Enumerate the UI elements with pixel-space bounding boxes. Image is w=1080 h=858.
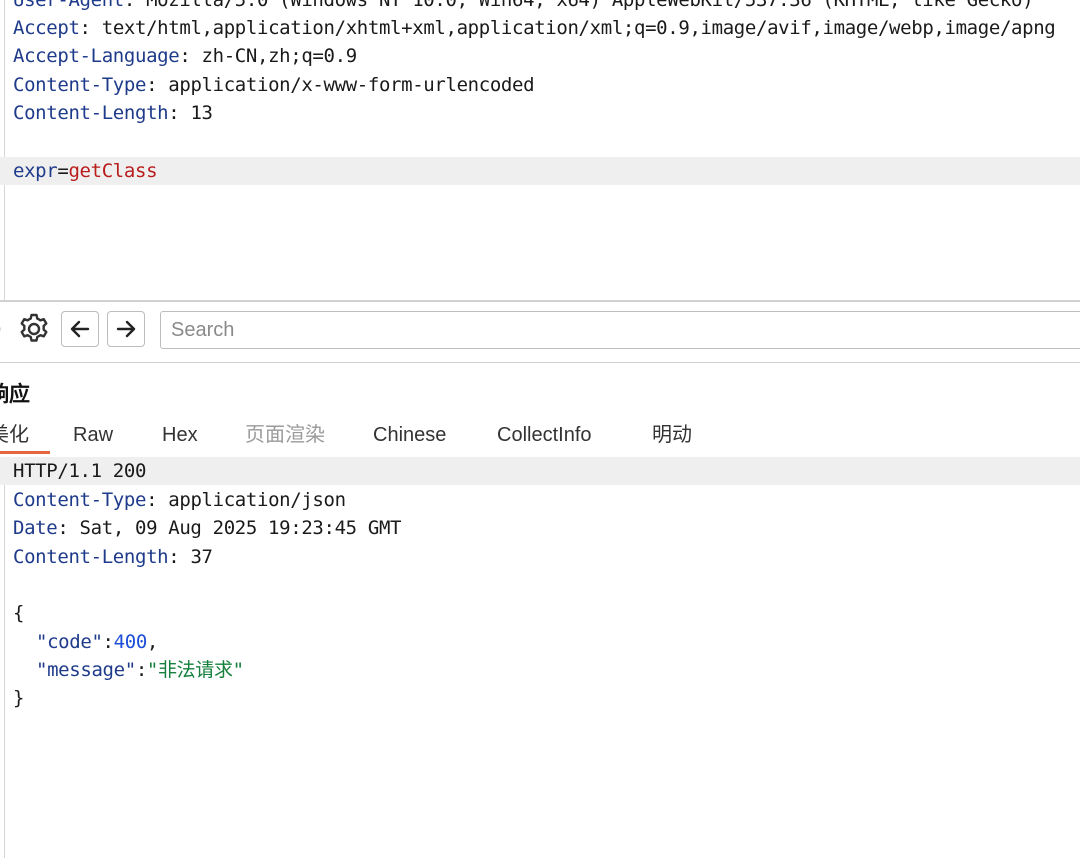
active-tab-indicator: [0, 451, 50, 454]
response-panel-title: 响应: [0, 383, 30, 406]
request-header-line[interactable]: User-Agent: Mozilla/5.0 (Windows NT 10.0…: [0, 0, 1080, 14]
response-viewer[interactable]: HTTP/1.1 200 Content-Type: application/j…: [0, 457, 1080, 858]
tab-mingdong[interactable]: 明动: [652, 418, 692, 452]
json-code-line[interactable]: "code":400,: [0, 628, 1080, 656]
tab-chinese[interactable]: Chinese: [373, 418, 446, 452]
request-header-line[interactable]: Content-Type: application/x-www-form-url…: [0, 71, 1080, 99]
toolbar-divider: [0, 362, 1080, 363]
search-field[interactable]: [160, 311, 1080, 349]
arrow-left-icon: [70, 320, 90, 338]
response-view-tabs: 美化 Raw Hex 页面渲染 Chinese CollectInfo 明动: [0, 418, 1080, 454]
response-header-line[interactable]: Date: Sat, 09 Aug 2025 19:23:45 GMT: [0, 514, 1080, 542]
response-header-line[interactable]: Content-Type: application/json: [0, 486, 1080, 514]
search-input[interactable]: [161, 312, 1071, 348]
tab-raw[interactable]: Raw: [73, 418, 113, 452]
settings-gear-icon[interactable]: [16, 311, 52, 347]
next-match-button[interactable]: [107, 311, 145, 347]
request-editor[interactable]: User-Agent: Mozilla/5.0 (Windows NT 10.0…: [0, 0, 1080, 300]
arrow-right-icon: [116, 320, 136, 338]
search-toolbar: [0, 302, 1080, 362]
request-header-line[interactable]: Content-Length: 13: [0, 99, 1080, 127]
help-icon[interactable]: [0, 311, 8, 347]
json-message-line[interactable]: "message":"非法请求": [0, 656, 1080, 684]
tab-hex[interactable]: Hex: [162, 418, 198, 452]
request-header-line[interactable]: Accept-Language: zh-CN,zh;q=0.9: [0, 42, 1080, 70]
request-header-line[interactable]: Accept: text/html,application/xhtml+xml,…: [0, 14, 1080, 42]
request-body-line[interactable]: expr=getClass: [0, 157, 1080, 185]
tab-render[interactable]: 页面渲染: [245, 418, 325, 452]
json-close-brace[interactable]: }: [0, 684, 1080, 712]
tab-pretty[interactable]: 美化: [0, 418, 29, 452]
response-header-line[interactable]: Content-Length: 37: [0, 543, 1080, 571]
response-status-line[interactable]: HTTP/1.1 200: [0, 457, 1080, 485]
json-open-brace[interactable]: {: [0, 599, 1080, 627]
tab-collectinfo[interactable]: CollectInfo: [497, 418, 592, 452]
previous-match-button[interactable]: [61, 311, 99, 347]
